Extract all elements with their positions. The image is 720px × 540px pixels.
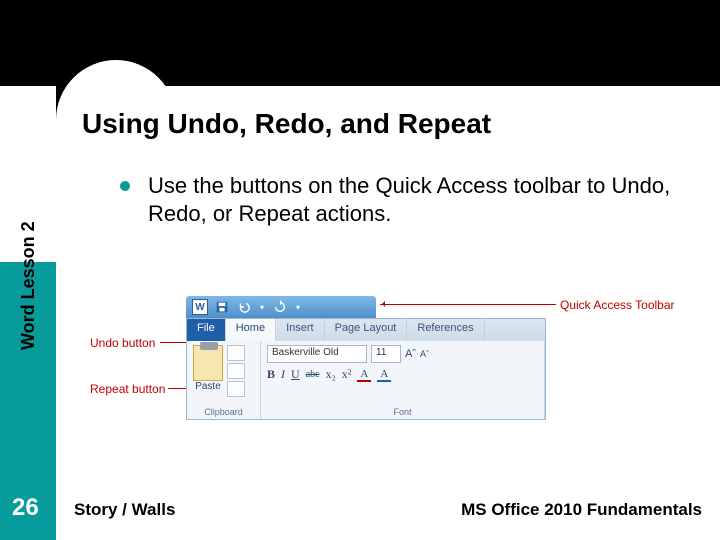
word-logo-icon: W xyxy=(192,299,208,315)
strikethrough-button[interactable]: abc xyxy=(306,369,320,380)
callout-repeat: Repeat button xyxy=(90,382,165,396)
tab-home[interactable]: Home xyxy=(226,319,276,341)
paste-label: Paste xyxy=(193,381,223,392)
cut-icon[interactable] xyxy=(227,345,245,361)
ribbon-groups: Paste Clipboard Baskerville Old xyxy=(187,341,545,419)
bullet-item: Use the buttons on the Quick Access tool… xyxy=(120,172,690,227)
ribbon-screenshot: Quick Access Toolbar Undo button Repeat … xyxy=(90,284,660,444)
group-clipboard: Paste Clipboard xyxy=(187,341,261,419)
font-color-button[interactable]: A xyxy=(377,368,391,382)
group-label-font: Font xyxy=(267,405,538,417)
underline-button[interactable]: U xyxy=(291,367,300,382)
ribbon-tabs: File Home Insert Page Layout References xyxy=(187,319,545,341)
subscript-button[interactable]: x₂ xyxy=(326,367,336,382)
footer-left: Story / Walls xyxy=(74,500,175,520)
quick-access-toolbar: W ▾ ▾ xyxy=(186,296,376,318)
format-painter-icon[interactable] xyxy=(227,381,245,397)
font-name-select[interactable]: Baskerville Old xyxy=(267,345,367,363)
page-number: 26 xyxy=(12,494,39,522)
bullet-icon xyxy=(120,181,130,191)
footer-right: MS Office 2010 Fundamentals xyxy=(461,500,702,520)
copy-icon[interactable] xyxy=(227,363,245,379)
callout-qat: Quick Access Toolbar xyxy=(560,298,675,312)
bold-button[interactable]: B xyxy=(267,367,275,382)
callout-arrow-qat xyxy=(380,304,556,305)
font-size-select[interactable]: 11 xyxy=(371,345,401,363)
bullet-text: Use the buttons on the Quick Access tool… xyxy=(148,172,690,227)
tab-references[interactable]: References xyxy=(407,319,484,341)
callout-undo: Undo button xyxy=(90,336,155,350)
paste-icon[interactable] xyxy=(193,345,223,381)
italic-button[interactable]: I xyxy=(281,367,285,382)
grow-font-icon[interactable]: Aˆ xyxy=(405,348,416,360)
tab-file[interactable]: File xyxy=(187,319,226,341)
save-icon[interactable] xyxy=(214,299,230,315)
tab-page-layout[interactable]: Page Layout xyxy=(325,319,408,341)
slide-title: Using Undo, Redo, and Repeat xyxy=(82,108,491,140)
slide: Using Undo, Redo, and Repeat Use the but… xyxy=(0,0,720,540)
undo-dropdown-icon[interactable]: ▾ xyxy=(258,299,266,315)
group-label-clipboard: Clipboard xyxy=(193,405,254,417)
repeat-icon[interactable] xyxy=(272,299,288,315)
qat-customize-icon[interactable]: ▾ xyxy=(294,299,302,315)
sidebar-label: Word Lesson 2 xyxy=(18,221,39,350)
text-highlight-button[interactable]: A xyxy=(357,368,371,382)
undo-icon[interactable] xyxy=(236,299,252,315)
superscript-button[interactable]: x² xyxy=(342,367,352,382)
group-font: Baskerville Old 11 Aˆ Aˇ B I U abc x₂ x² xyxy=(261,341,545,419)
tab-insert[interactable]: Insert xyxy=(276,319,325,341)
shrink-font-icon[interactable]: Aˇ xyxy=(420,349,429,359)
ribbon: File Home Insert Page Layout References … xyxy=(186,318,546,420)
